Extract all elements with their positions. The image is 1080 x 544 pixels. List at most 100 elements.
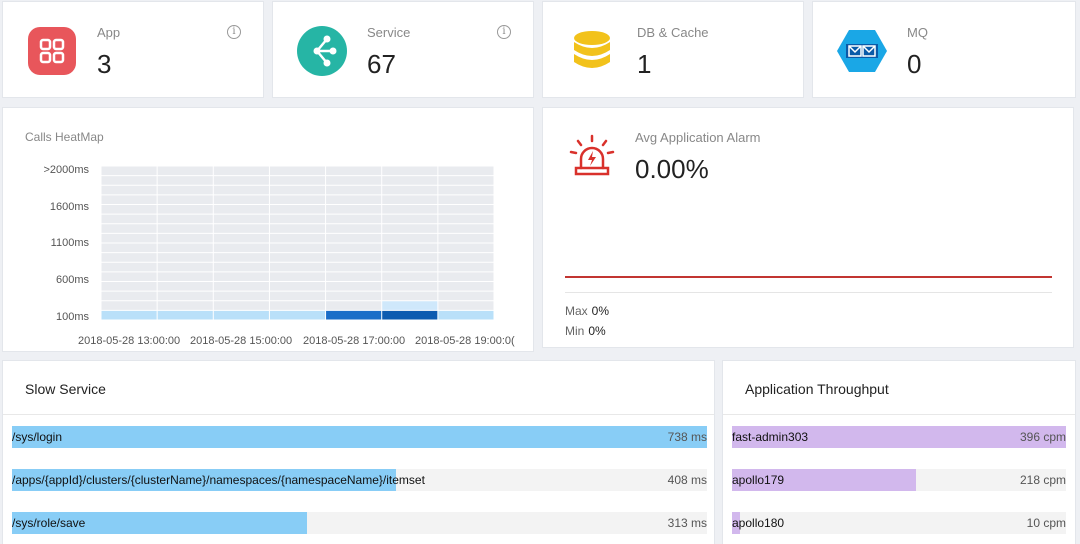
heatmap-cell: [269, 185, 326, 195]
heatmap-cell: [213, 224, 269, 233]
heatmap-cell: [269, 291, 326, 301]
mq-mail-icon: [837, 30, 887, 72]
heatmap-y-label: 1600ms: [49, 201, 89, 213]
heatmap-cell: [157, 205, 213, 214]
heatmap-cell: [213, 166, 269, 176]
heatmap-cell: [157, 166, 213, 176]
heatmap-cell: [326, 176, 382, 185]
heatmap-grid[interactable]: [101, 166, 494, 320]
slow-service-row[interactable]: /sys/login 738 ms: [12, 426, 707, 448]
heatmap-cell: [213, 233, 269, 243]
heatmap-cell: [101, 214, 157, 224]
heatmap-x-label: 2018-05-28 19:00:0(: [415, 335, 515, 347]
heatmap-title: Calls HeatMap: [25, 130, 104, 144]
service-graph-icon: [297, 26, 347, 76]
app-grid-icon: [28, 27, 76, 75]
heatmap-cell: [157, 214, 213, 224]
slow-service-label: /sys/role/save: [12, 516, 86, 530]
heatmap-cell: [269, 243, 326, 253]
heatmap-cell: [438, 214, 494, 224]
throughput-label: apollo180: [732, 516, 785, 530]
stat-label-service: Service: [367, 25, 411, 40]
alarm-max-label: Max: [565, 304, 588, 318]
heatmap-cell: [269, 310, 326, 320]
heatmap-cell: [326, 282, 382, 291]
heatmap-cell: [382, 166, 438, 176]
heatmap-cell: [101, 176, 157, 185]
heatmap-cell: [269, 195, 326, 204]
slow-service-row[interactable]: /sys/role/save 313 ms: [12, 512, 707, 534]
heatmap-cell: [438, 262, 494, 272]
heatmap-cell: [101, 233, 157, 243]
heatmap-cell: [438, 253, 494, 262]
alarm-min-value: 0%: [588, 324, 606, 338]
heatmap-cell: [382, 205, 438, 214]
heatmap-cell: [438, 301, 494, 310]
slow-service-card: Slow Service /sys/login 738 ms/apps/{appI…: [2, 360, 715, 544]
heatmap-cell: [269, 233, 326, 243]
heatmap-cell: [157, 176, 213, 185]
stat-value-db-cache: 1: [637, 49, 652, 79]
throughput-row[interactable]: apollo179 218 cpm: [732, 469, 1066, 491]
heatmap-x-label: 2018-05-28 17:00:00: [303, 335, 406, 347]
throughput-value: 396 cpm: [1019, 430, 1066, 444]
info-icon[interactable]: i: [497, 25, 511, 39]
slow-service-value: 313 ms: [667, 516, 707, 530]
heatmap-cell: [269, 176, 326, 185]
heatmap-cell: [157, 195, 213, 204]
divider: [565, 292, 1052, 293]
heatmap-cell: [101, 243, 157, 253]
heatmap-cell: [326, 301, 382, 310]
heatmap-cell: [269, 205, 326, 214]
heatmap-cell: [213, 253, 269, 262]
heatmap-cell: [213, 291, 269, 301]
info-icon[interactable]: i: [227, 25, 241, 39]
alarm-min-label: Min: [565, 324, 585, 338]
heatmap-cell: [438, 233, 494, 243]
heatmap-cell: [326, 224, 382, 233]
heatmap-cell: [438, 310, 494, 320]
heatmap-cell: [382, 253, 438, 262]
heatmap-cell: [326, 291, 382, 301]
heatmap-cell: [213, 272, 269, 281]
heatmap-cell: [101, 205, 157, 214]
heatmap-cell: [326, 253, 382, 262]
stat-label-db-cache: DB & Cache: [637, 25, 709, 40]
heatmap-cell: [382, 176, 438, 185]
heatmap-cell: [438, 166, 494, 176]
throughput-row[interactable]: apollo180 10 cpm: [732, 512, 1066, 534]
alarm-trend-line: [565, 276, 1052, 278]
heatmap-cell: [382, 310, 438, 320]
heatmap-cell: [213, 195, 269, 204]
database-icon: [574, 31, 610, 68]
throughput-title: Application Throughput: [745, 381, 889, 397]
slow-service-row[interactable]: /apps/{appId}/clusters/{clusterName}/nam…: [12, 469, 707, 491]
divider: [3, 414, 714, 415]
application-throughput-card: Application Throughput fast-admin303 396 …: [722, 360, 1076, 544]
heatmap-cell: [101, 301, 157, 310]
heatmap-cell: [157, 243, 213, 253]
throughput-row[interactable]: fast-admin303 396 cpm: [732, 426, 1066, 448]
heatmap-cell: [157, 185, 213, 195]
heatmap-cell: [326, 233, 382, 243]
heatmap-cell: [326, 166, 382, 176]
heatmap-cell: [157, 224, 213, 233]
alarm-value: 0.00%: [635, 154, 709, 184]
heatmap-cell: [326, 243, 382, 253]
heatmap-cell: [438, 282, 494, 291]
stat-card-service: Service 67 i: [272, 1, 534, 98]
heatmap-cell: [101, 185, 157, 195]
heatmap-x-label: 2018-05-28 15:00:00: [190, 335, 293, 347]
divider: [723, 414, 1075, 415]
heatmap-cell: [213, 205, 269, 214]
heatmap-cell: [382, 224, 438, 233]
heatmap-cell: [382, 243, 438, 253]
heatmap-cell: [326, 262, 382, 272]
heatmap-y-label: 100ms: [55, 311, 89, 323]
heatmap-cell: [438, 224, 494, 233]
heatmap-cell: [326, 310, 382, 320]
heatmap-cell: [382, 185, 438, 195]
alarm-siren-icon: [569, 134, 615, 176]
heatmap-cell: [326, 195, 382, 204]
slow-service-bar: [12, 426, 707, 448]
